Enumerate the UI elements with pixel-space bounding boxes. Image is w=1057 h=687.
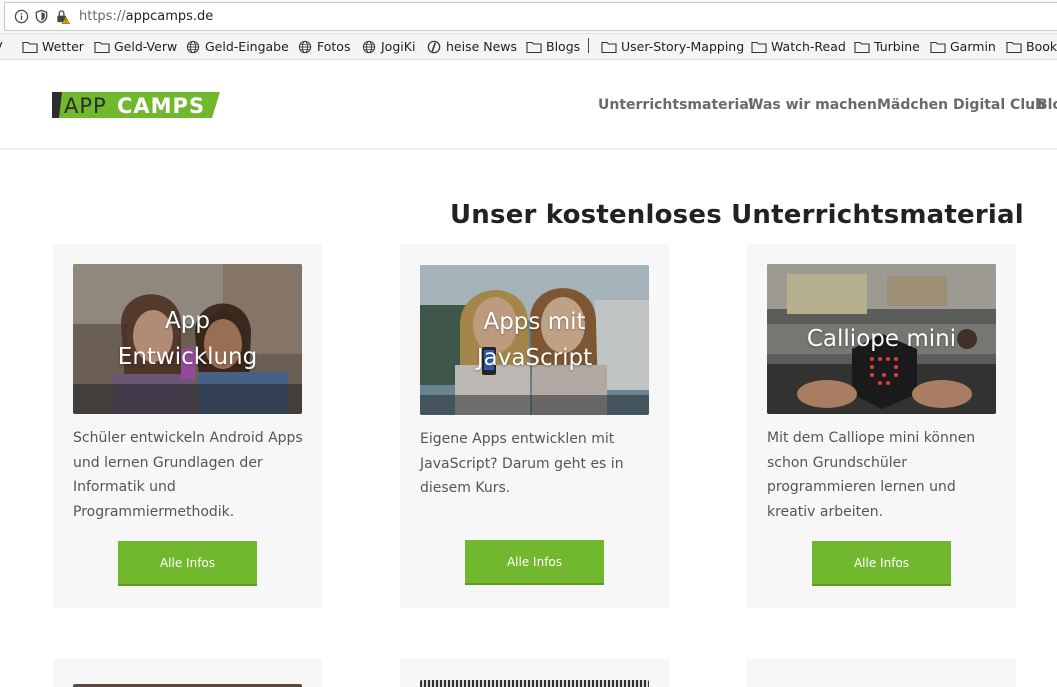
bookmark-label: Fotos xyxy=(317,39,351,54)
folder-icon xyxy=(526,41,542,53)
bookmark-garmin[interactable]: Garmin xyxy=(930,39,996,54)
course-image-title: Calliope mini xyxy=(806,326,957,352)
folder-icon xyxy=(854,41,870,53)
bookmark-geld-verw[interactable]: Geld-Verw xyxy=(94,39,177,54)
logo-text-app: APP xyxy=(64,94,107,118)
url-host: appcamps.de xyxy=(125,9,214,24)
folder-icon xyxy=(94,41,110,53)
appcamps-logo[interactable]: APP CAMPS xyxy=(52,90,220,118)
course-description: Mit dem Calliope mini können schon Grund… xyxy=(767,430,976,520)
nav-was-wir-machen[interactable]: Was wir machen xyxy=(748,97,877,113)
folder-icon xyxy=(22,41,38,53)
bookmark-label: Blogs xyxy=(546,39,581,54)
site-header: APP CAMPS Unterrichtsmaterial Was wir ma… xyxy=(0,60,1057,150)
heise-icon xyxy=(427,40,441,53)
bookmark-jogiki[interactable]: JogiKi xyxy=(361,39,415,54)
course-card-partial xyxy=(53,659,322,687)
folder-icon xyxy=(601,41,617,53)
url-protocol: https:// xyxy=(79,9,126,24)
address-bar[interactable]: https://appcamps.de xyxy=(4,2,1057,31)
info-icon[interactable] xyxy=(14,9,29,24)
bookmark-label: JogiKi xyxy=(381,39,416,54)
course-card-app-entwicklung: App Entwicklung Schüler entwickeln Andro… xyxy=(53,244,322,608)
course-card-apps-mit-javascript: Apps mit JavaScript Eigene Apps entwickl… xyxy=(400,244,669,608)
bookmark-label: Geld-Verw xyxy=(114,39,178,54)
bookmark-fotos[interactable]: Fotos xyxy=(297,39,350,54)
folder-icon xyxy=(930,41,946,53)
bookmark-turbine[interactable]: Turbine xyxy=(854,39,920,54)
globe-icon xyxy=(186,40,200,53)
bookmark-label: Books xyxy=(1026,39,1057,54)
bookmark-label: heise News xyxy=(446,39,518,54)
course-image[interactable] xyxy=(420,680,649,687)
nav-maedchen-digital-club[interactable]: Mädchen Digital Club xyxy=(877,97,1045,113)
bookmark-label: Watch-Read xyxy=(771,39,846,54)
bookmark-watch-read[interactable]: Watch-Read xyxy=(751,39,846,54)
course-description: Schüler entwickeln Android Apps und lern… xyxy=(73,430,303,520)
bookmark-label: V xyxy=(0,39,3,54)
bookmarks-bar: V Wetter Geld-Verw Geld-Eingabe Fotos Jo… xyxy=(0,34,1057,60)
insecure-lock-icon[interactable] xyxy=(55,9,70,24)
course-image-title: App Entwicklung xyxy=(117,308,258,370)
logo-text-camps: CAMPS xyxy=(117,94,205,118)
bookmark-label: Geld-Eingabe xyxy=(205,39,289,54)
url-text: https://appcamps.de xyxy=(79,9,213,24)
bookmark-geld-eingabe[interactable]: Geld-Eingabe xyxy=(185,39,289,54)
alle-infos-button[interactable]: Alle Infos xyxy=(812,541,951,586)
bookmark-heise-news[interactable]: heise News xyxy=(426,39,517,54)
bookmark-books[interactable]: Books xyxy=(1006,39,1057,54)
bookmark-wetter[interactable]: Wetter xyxy=(22,39,84,54)
course-card-calliope-mini: Calliope mini Mit dem Calliope mini könn… xyxy=(747,244,1016,608)
course-card-partial xyxy=(400,659,669,687)
bookmark-user-story-mapping[interactable]: User-Story-Mapping xyxy=(601,39,744,54)
globe-icon xyxy=(298,40,312,53)
alle-infos-button[interactable]: Alle Infos xyxy=(465,540,604,585)
bookmark-v[interactable]: V xyxy=(0,39,3,54)
bookmark-label: Wetter xyxy=(42,39,84,54)
bookmark-label: User-Story-Mapping xyxy=(621,39,745,54)
course-image-title: Apps mit JavaScript xyxy=(476,309,593,371)
bookmark-separator xyxy=(588,38,589,53)
globe-icon xyxy=(362,40,376,53)
nav-blog[interactable]: Blog xyxy=(1037,97,1057,113)
page-title: Unser kostenloses Unterrichtsmaterial xyxy=(450,200,1024,230)
bookmark-label: Turbine xyxy=(874,39,920,54)
alle-infos-button[interactable]: Alle Infos xyxy=(118,541,257,586)
browser-toolbar: https://appcamps.de xyxy=(0,0,1057,34)
bookmark-blogs[interactable]: Blogs xyxy=(526,39,580,54)
course-image[interactable]: Calliope mini xyxy=(767,264,996,414)
course-card-partial xyxy=(747,659,1016,687)
course-description: Eigene Apps entwicklen mit JavaScript? D… xyxy=(420,431,624,496)
nav-unterrichtsmaterial[interactable]: Unterrichtsmaterial xyxy=(598,97,754,113)
course-image[interactable]: Apps mit JavaScript xyxy=(420,265,649,415)
course-image[interactable]: App Entwicklung xyxy=(73,264,302,414)
folder-icon xyxy=(1006,41,1022,53)
bookmark-label: Garmin xyxy=(950,39,996,54)
tracking-shield-icon[interactable] xyxy=(34,9,49,24)
folder-icon xyxy=(751,41,767,53)
